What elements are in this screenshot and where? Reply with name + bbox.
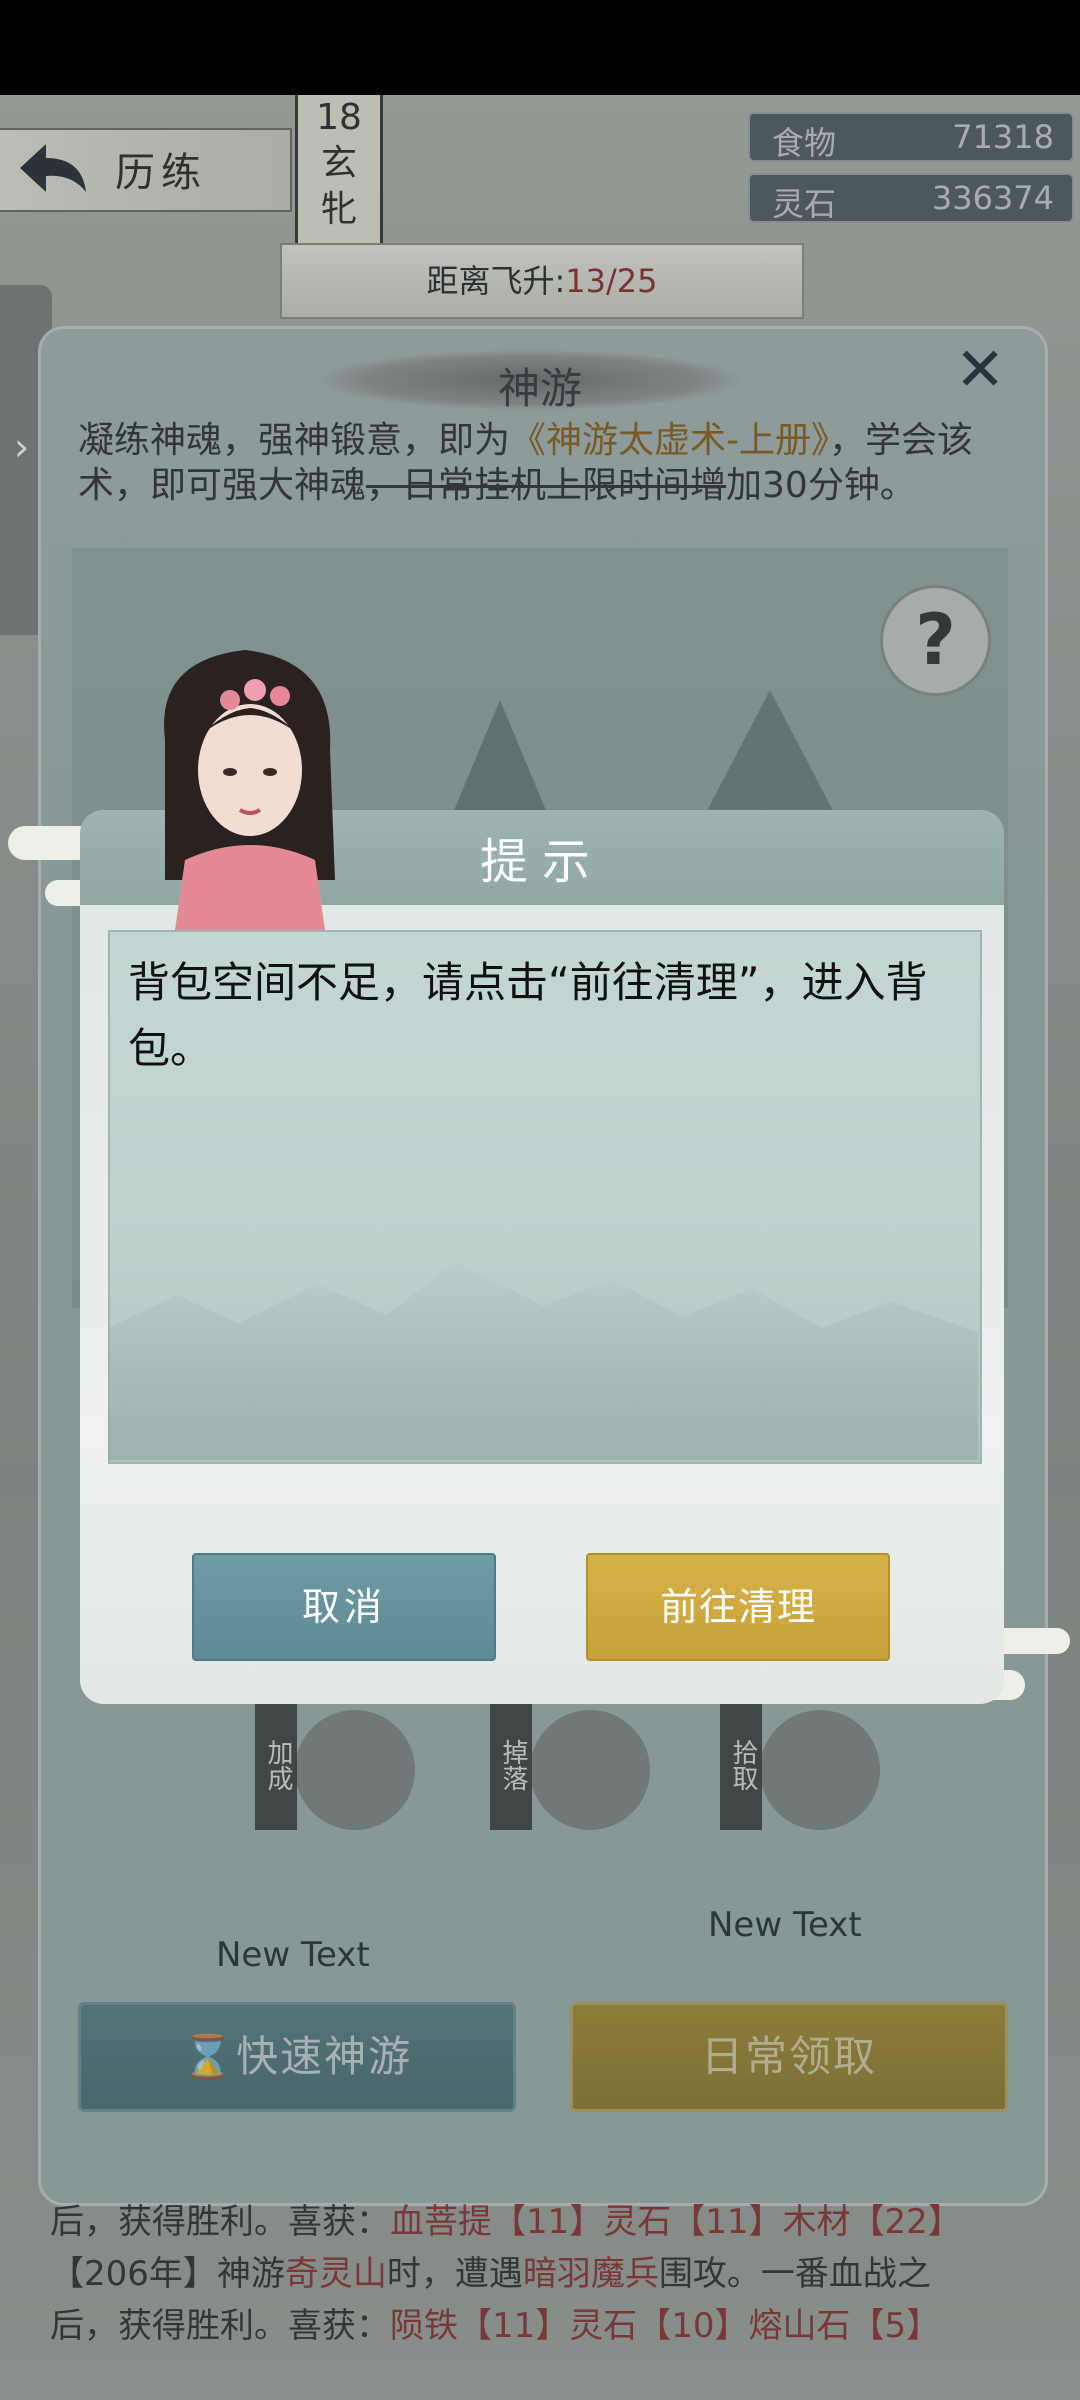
cancel-button[interactable]: 取消 [192, 1553, 496, 1661]
character-portrait [164, 650, 335, 930]
dialog-message: 背包空间不足，请点击“前往清理”，进入背包。 [128, 958, 928, 1073]
status-bar [0, 0, 1080, 95]
go-clean-button[interactable]: 前往清理 [586, 1553, 890, 1661]
